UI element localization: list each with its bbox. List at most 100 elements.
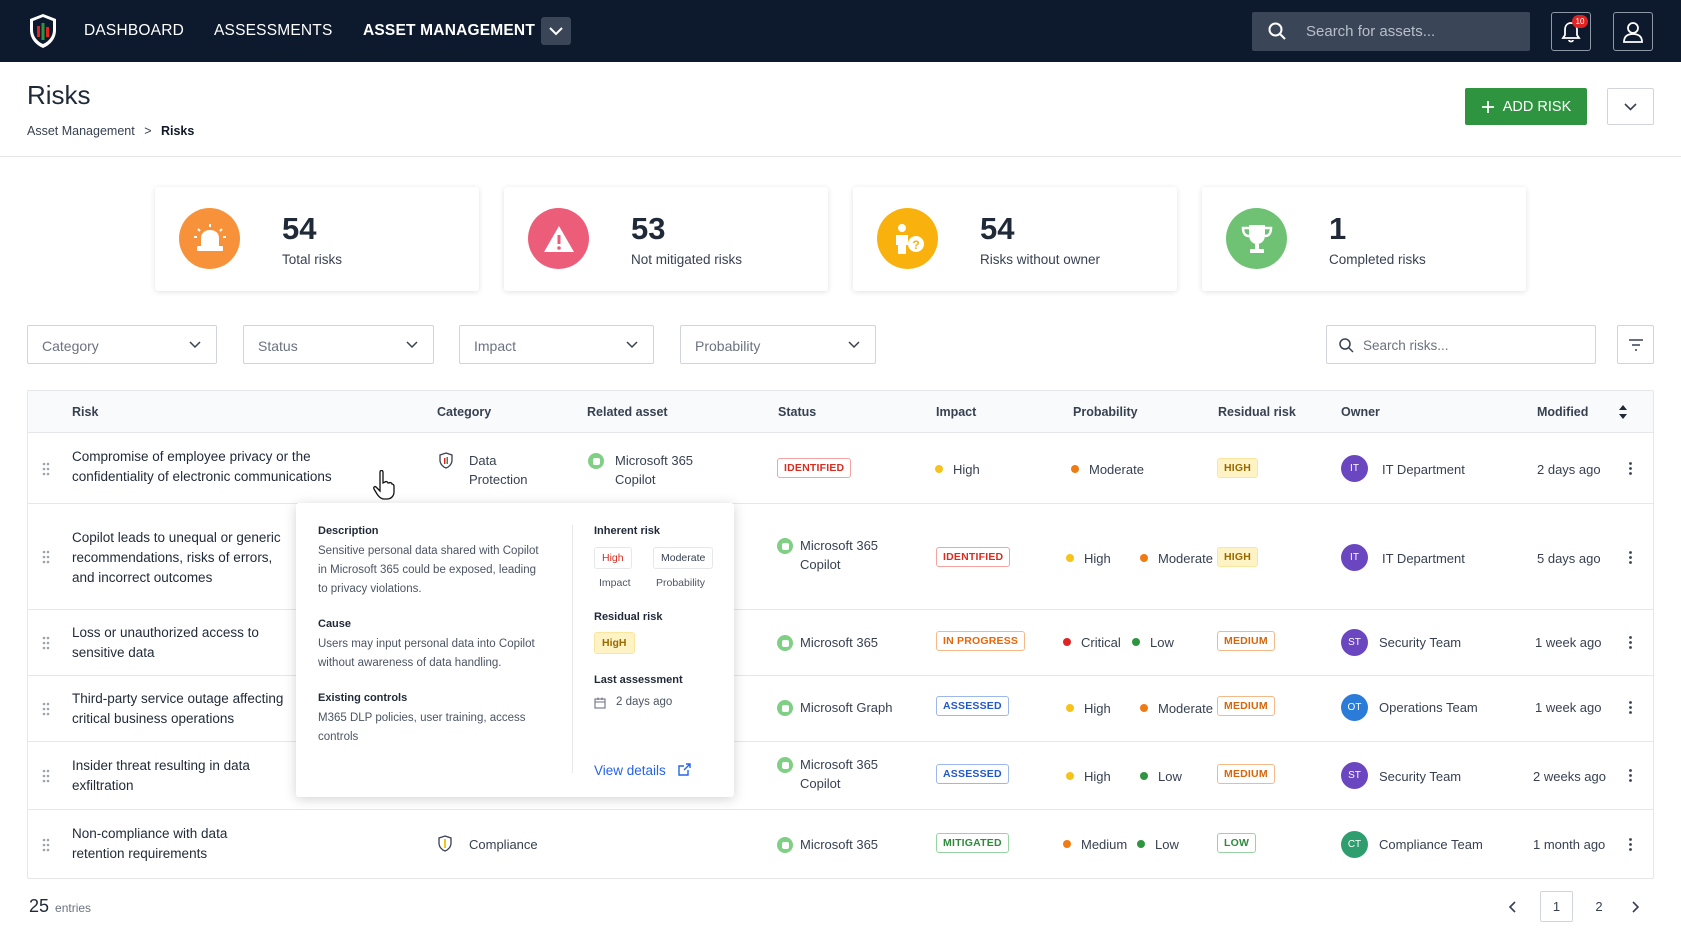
related-asset[interactable]: Microsoft 365 Copilot — [800, 536, 878, 574]
drag-handle-icon[interactable] — [42, 550, 50, 564]
category-text: Data Protection — [469, 453, 528, 487]
entries-count[interactable]: 25 entries — [29, 896, 91, 917]
table-row[interactable]: Third-party service outage affecting crit… — [28, 676, 1653, 742]
avatar: IT — [1341, 455, 1368, 482]
related-asset[interactable]: Microsoft 365 Copilot — [800, 755, 878, 793]
col-related-asset[interactable]: Related asset — [587, 405, 668, 419]
without-owner-label: Risks without owner — [980, 252, 1101, 267]
risk-title[interactable]: Compromise of employee privacy or the con… — [72, 447, 332, 487]
page-2-button[interactable]: 2 — [1585, 891, 1613, 922]
more-options-icon[interactable] — [1629, 838, 1632, 851]
residual-risk-heading: Residual risk — [594, 611, 663, 623]
breadcrumb-separator: > — [144, 124, 152, 138]
more-options-icon[interactable] — [1629, 636, 1632, 649]
risk-title[interactable]: Copilot leads to unequal or generic recom… — [72, 528, 281, 588]
view-details-link[interactable]: View details — [594, 763, 691, 778]
search-icon — [1268, 22, 1286, 40]
more-options-icon[interactable] — [1629, 462, 1632, 475]
col-category[interactable]: Category — [437, 405, 491, 419]
completed-label: Completed risks — [1329, 252, 1426, 267]
impact-value: High — [935, 460, 980, 479]
completed-number: 1 — [1329, 211, 1347, 246]
category-text: Compliance — [469, 837, 538, 852]
last-assessment-heading: Last assessment — [594, 674, 683, 686]
next-page-button[interactable] — [1622, 891, 1650, 922]
table-row[interactable]: Compromise of employee privacy or the con… — [28, 433, 1653, 504]
avatar: ST — [1341, 762, 1368, 789]
related-asset[interactable]: Microsoft 365 — [800, 633, 878, 652]
risk-title[interactable]: Loss or unauthorized access to sensitive … — [72, 623, 259, 663]
drag-handle-icon[interactable] — [42, 769, 50, 783]
hand-cursor-icon — [373, 470, 395, 500]
nav-dashboard[interactable]: DASHBOARD — [84, 22, 184, 40]
modified-date: 1 week ago — [1535, 635, 1602, 650]
risk-search-placeholder: Search risks... — [1363, 338, 1449, 353]
notifications-button[interactable]: 10 — [1551, 12, 1591, 51]
prev-page-button[interactable] — [1498, 891, 1526, 922]
col-residual-risk[interactable]: Residual risk — [1218, 405, 1296, 419]
impact-caption: Impact — [599, 577, 631, 589]
status-filter[interactable]: Status — [243, 325, 434, 364]
without-owner-number: 54 — [980, 211, 1015, 246]
col-owner[interactable]: Owner — [1341, 405, 1380, 419]
sort-icon[interactable] — [1618, 405, 1628, 419]
table-row[interactable]: Non-compliance with data retention requir… — [28, 810, 1653, 879]
filter-options-button[interactable] — [1617, 325, 1654, 364]
user-icon — [1623, 21, 1643, 43]
related-asset[interactable]: Microsoft Graph — [800, 698, 892, 717]
probability-value: Low — [1137, 835, 1179, 854]
add-risk-button[interactable]: ADD RISK — [1465, 88, 1587, 125]
asset-search-placeholder: Search for assets... — [1306, 23, 1436, 40]
more-options-icon[interactable] — [1629, 769, 1632, 782]
risk-title[interactable]: Insider threat resulting in data exfiltra… — [72, 756, 250, 796]
not-mitigated-label: Not mitigated risks — [631, 252, 743, 267]
drag-handle-icon[interactable] — [42, 702, 50, 716]
chevron-down-icon — [848, 341, 860, 349]
asset-search-input[interactable]: Search for assets... — [1252, 12, 1530, 51]
drag-handle-icon[interactable] — [42, 462, 50, 476]
user-profile-button[interactable] — [1613, 12, 1653, 51]
asset-icon — [777, 635, 793, 651]
table-row[interactable]: Copilot leads to unequal or generic recom… — [28, 504, 1653, 610]
shield-category-icon — [439, 452, 453, 469]
residual-risk-badge: MEDIUM — [1217, 696, 1275, 716]
col-status[interactable]: Status — [778, 405, 816, 419]
risk-title[interactable]: Third-party service outage affecting crit… — [72, 689, 283, 729]
table-row[interactable]: Loss or unauthorized access to sensitive … — [28, 610, 1653, 676]
probability-filter[interactable]: Probability — [680, 325, 876, 364]
impact-filter[interactable]: Impact — [459, 325, 654, 364]
col-probability[interactable]: Probability — [1073, 405, 1138, 419]
search-icon — [1339, 338, 1354, 353]
asset-icon — [588, 453, 604, 469]
more-options-icon[interactable] — [1629, 701, 1632, 714]
breadcrumb-asset-management[interactable]: Asset Management — [27, 124, 135, 138]
add-risk-options-button[interactable] — [1607, 88, 1654, 125]
risk-title[interactable]: Non-compliance with data retention requir… — [72, 824, 227, 864]
residual-risk-badge: MEDIUM — [1217, 764, 1275, 784]
related-asset[interactable]: Microsoft 365 Copilot — [615, 451, 693, 489]
controls-text: M365 DLP policies, user training, access… — [318, 712, 526, 743]
nav-asset-management[interactable]: ASSET MANAGEMENT — [363, 22, 535, 40]
category-filter[interactable]: Category — [27, 325, 217, 364]
page-1-button[interactable]: 1 — [1540, 891, 1573, 922]
col-impact[interactable]: Impact — [936, 405, 976, 419]
modified-date: 5 days ago — [1537, 551, 1601, 566]
more-options-icon[interactable] — [1629, 551, 1632, 564]
filter-lines-icon — [1628, 338, 1643, 351]
shield-logo-icon[interactable] — [28, 13, 58, 49]
col-modified[interactable]: Modified — [1537, 405, 1588, 419]
drag-handle-icon[interactable] — [42, 838, 50, 852]
nav-assessments[interactable]: ASSESSMENTS — [214, 22, 332, 40]
impact-value: Critical — [1063, 633, 1121, 652]
col-risk[interactable]: Risk — [72, 405, 98, 419]
owner-name: IT Department — [1382, 551, 1465, 566]
nav-dropdown-button[interactable] — [541, 17, 571, 45]
drag-handle-icon[interactable] — [42, 636, 50, 650]
probability-value: Moderate — [1140, 549, 1213, 568]
page-title: Risks — [27, 80, 91, 110]
table-row[interactable]: Insider threat resulting in data exfiltra… — [28, 742, 1653, 810]
avatar: IT — [1341, 544, 1368, 571]
risk-search-input[interactable]: Search risks... — [1326, 325, 1596, 364]
owner-name: Operations Team — [1379, 700, 1478, 715]
related-asset[interactable]: Microsoft 365 — [800, 835, 878, 854]
